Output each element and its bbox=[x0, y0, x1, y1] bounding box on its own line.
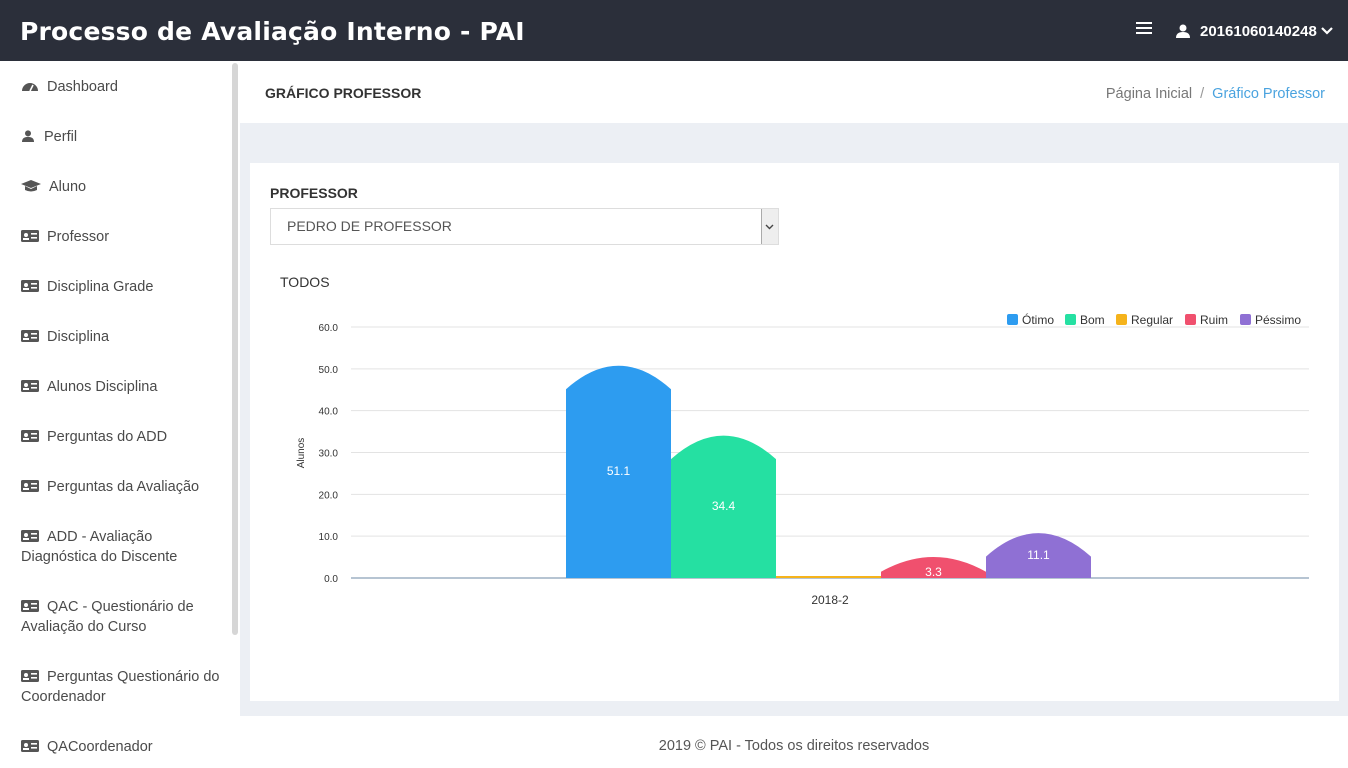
y-axis-label: Alunos bbox=[296, 438, 307, 469]
sidebar-item-perguntas-coordenador[interactable]: Perguntas Questionário do Coordenador bbox=[21, 667, 221, 707]
chevron-down-icon bbox=[1321, 27, 1333, 35]
id-card-icon bbox=[21, 480, 39, 492]
legend-label: Ótimo bbox=[1022, 312, 1054, 327]
bar-chart: 0.0 10.0 20.0 30.0 40.0 50.0 60.0 Alunos 51.1 34.… bbox=[296, 312, 1309, 607]
sidebar-scrollbar[interactable] bbox=[232, 63, 238, 635]
id-card-icon bbox=[21, 740, 39, 752]
legend-label: Péssimo bbox=[1255, 313, 1301, 327]
menu-toggle-icon[interactable] bbox=[1136, 22, 1152, 38]
y-tick-label: 50.0 bbox=[319, 365, 339, 376]
id-card-icon bbox=[21, 230, 39, 242]
y-tick-label: 30.0 bbox=[319, 449, 339, 460]
breadcrumb-current: Gráfico Professor bbox=[1212, 86, 1325, 102]
id-card-icon bbox=[21, 430, 39, 442]
id-card-icon bbox=[21, 600, 39, 612]
sidebar-item-perguntas-add[interactable]: Perguntas do ADD bbox=[21, 427, 221, 447]
sidebar-item-dashboard[interactable]: Dashboard bbox=[21, 77, 221, 97]
id-card-icon bbox=[21, 380, 39, 392]
breadcrumb-home-link[interactable]: Página Inicial bbox=[1106, 86, 1192, 102]
app-title[interactable]: Processo de Avaliação Interno - PAI bbox=[20, 17, 525, 46]
y-tick-label: 20.0 bbox=[319, 490, 339, 501]
data-label: 51.1 bbox=[607, 464, 631, 478]
y-tick-label: 60.0 bbox=[319, 323, 339, 334]
sidebar-item-aluno[interactable]: Aluno bbox=[21, 177, 221, 197]
sidebar-item-professor[interactable]: Professor bbox=[21, 227, 221, 247]
dashboard-icon bbox=[22, 83, 38, 92]
content-header: GRÁFICO PROFESSOR Página Inicial / Gráfico… bbox=[240, 61, 1348, 123]
sidebar-item-qacoordenador[interactable]: QACoordenador bbox=[21, 737, 221, 757]
page-title: GRÁFICO PROFESSOR bbox=[265, 85, 422, 101]
data-label: 11.1 bbox=[1027, 548, 1050, 562]
sidebar-item-perfil[interactable]: Perfil bbox=[21, 127, 221, 147]
legend-swatch bbox=[1240, 314, 1251, 325]
legend-label: Ruim bbox=[1200, 313, 1228, 327]
user-menu[interactable]: 20161060140248 bbox=[1176, 20, 1333, 42]
sidebar: Dashboard Perfil Aluno Professor Discipl… bbox=[0, 61, 240, 768]
data-label: 3.3 bbox=[925, 565, 942, 579]
user-icon bbox=[22, 130, 34, 142]
y-tick-label: 0.0 bbox=[324, 574, 338, 585]
legend-label: Bom bbox=[1080, 313, 1105, 327]
sidebar-item-alunos-disciplina[interactable]: Alunos Disciplina bbox=[21, 377, 221, 397]
y-tick-label: 40.0 bbox=[319, 407, 339, 418]
y-tick-label: 10.0 bbox=[319, 532, 339, 543]
id-card-icon bbox=[21, 530, 39, 542]
id-card-icon bbox=[21, 280, 39, 292]
sidebar-item-qac[interactable]: QAC - Questionário de Avaliação do Curso bbox=[21, 597, 221, 637]
username: 20161060140248 bbox=[1200, 22, 1317, 40]
legend-swatch bbox=[1007, 314, 1018, 325]
legend-swatch bbox=[1185, 314, 1196, 325]
legend-label: Regular bbox=[1131, 313, 1173, 327]
user-icon bbox=[1176, 24, 1190, 38]
sidebar-item-add[interactable]: ADD - Avaliação Diagnóstica do Discente bbox=[21, 527, 221, 567]
legend-swatch bbox=[1065, 314, 1076, 325]
x-tick-label: 2018-2 bbox=[811, 593, 849, 607]
data-label: 34.4 bbox=[712, 499, 736, 513]
footer-text: 2019 © PAI - Todos os direitos reservado… bbox=[658, 738, 930, 754]
id-card-icon bbox=[21, 330, 39, 342]
top-navbar: Processo de Avaliação Interno - PAI 2016… bbox=[0, 0, 1348, 61]
sidebar-item-disciplina-grade[interactable]: Disciplina Grade bbox=[21, 277, 221, 297]
breadcrumb: Página Inicial / Gráfico Professor bbox=[1105, 86, 1325, 102]
id-card-icon bbox=[21, 670, 39, 682]
chart-card: PROFESSOR PEDRO DE PROFESSOR TODOS 0.0 10… bbox=[250, 163, 1339, 701]
legend-swatch bbox=[1116, 314, 1127, 325]
sidebar-item-disciplina[interactable]: Disciplina bbox=[21, 327, 221, 347]
sidebar-item-perguntas-avaliacao[interactable]: Perguntas da Avaliação bbox=[21, 477, 221, 497]
graduation-cap-icon bbox=[21, 180, 41, 192]
footer: 2019 © PAI - Todos os direitos reservado… bbox=[240, 716, 1348, 768]
